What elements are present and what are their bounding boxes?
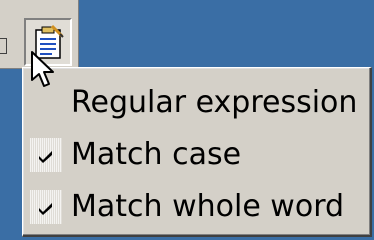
- checkmark-icon: [39, 151, 52, 163]
- menu-item-match-whole-word[interactable]: Match whole word: [26, 182, 366, 232]
- menu-item-label: Match whole word: [71, 189, 345, 224]
- menu-item-label: Match case: [71, 137, 242, 172]
- menu-item-label: Regular expression: [71, 85, 358, 120]
- mouse-cursor-icon: [31, 51, 54, 87]
- checkmark-icon: [39, 203, 52, 215]
- menu-item-match-case[interactable]: Match case: [26, 130, 366, 180]
- toolbar-previous-button-edge[interactable]: [0, 38, 7, 54]
- find-options-menu: Regular expression Match case Match whol…: [22, 67, 372, 237]
- menu-item-regular-expression[interactable]: Regular expression: [26, 78, 366, 128]
